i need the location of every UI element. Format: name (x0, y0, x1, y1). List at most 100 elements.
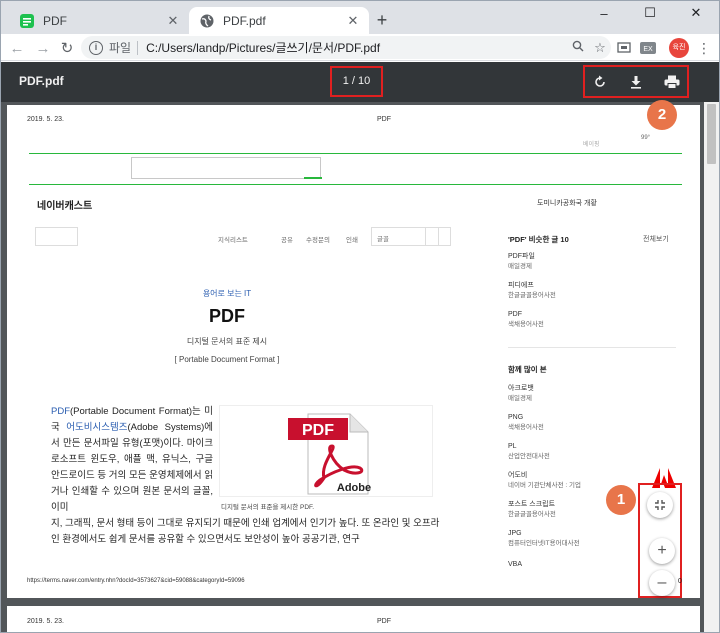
page-header-title: PDF (377, 618, 391, 625)
document-title: PDF.pdf (19, 74, 64, 88)
article-subtitle-en: [ Portable Document Format ] (174, 355, 280, 364)
info-icon[interactable]: i (89, 40, 103, 55)
popular-source: 매일경제 (508, 395, 532, 402)
new-tab-button[interactable]: + (373, 11, 391, 29)
related-item[interactable]: 피디에프 한글글꼴용어사전 (508, 281, 556, 301)
document-favicon-icon (20, 13, 34, 28)
reload-icon[interactable]: ↻ (57, 38, 77, 58)
tab-pdf[interactable]: PDF ✕ (9, 7, 189, 34)
popular-item[interactable]: 아크로뱃매일경제 (508, 384, 534, 404)
minus-icon: – (657, 574, 667, 591)
body-text: (Adobe Systems)에서 만든 문서파일 유형(포맷)이다. 마이크로… (51, 422, 213, 513)
extension-icon[interactable]: EX (639, 39, 657, 57)
tab-label: PDF (43, 13, 67, 28)
popular-item[interactable]: 어도비네이버 기관단체사전 : 기업 (508, 471, 581, 491)
popular-title: PL (508, 443, 517, 450)
forward-icon[interactable]: → (33, 38, 53, 58)
popular-heading: 함께 많이 본 (508, 365, 547, 374)
plus-icon: + (657, 542, 667, 559)
article-subtitle: 디지털 문서의 표준 제시 (186, 337, 268, 346)
link-edit-request[interactable]: 수정문의 (306, 234, 330, 244)
divider (425, 228, 426, 245)
article-title: PDF (209, 306, 245, 326)
article-kicker[interactable]: 용어로 보는 IT (7, 288, 447, 299)
close-icon[interactable]: ✕ (345, 13, 361, 29)
zoom-controls-group: + – 0 (638, 483, 682, 598)
divider (29, 184, 682, 185)
divider (29, 153, 682, 154)
divider (508, 347, 676, 348)
avatar[interactable]: 육진 (669, 38, 689, 58)
footer-url: https://terms.naver.com/entry.nhn?docId=… (27, 578, 245, 584)
popular-title: 어도비 (508, 472, 528, 479)
address-bar[interactable]: i 파일 C:/Users/landp/Pictures/글쓰기/문서/PDF.… (81, 36, 611, 59)
related-title: PDF파일 (508, 253, 535, 260)
search-box (131, 157, 322, 179)
popular-source: 네이버 기관단체사전 : 기업 (508, 482, 582, 489)
back-icon[interactable]: ← (7, 38, 27, 58)
tab-strip: PDF ✕ PDF.pdf ✕ + – ☐ ✕ (1, 1, 719, 34)
brand-name: 네이버캐스트 (37, 201, 93, 212)
popular-item[interactable]: 포스트 스크립트한글글꼴용어사전 (508, 500, 556, 520)
view-all-link[interactable]: 전체보기 (643, 234, 669, 244)
popular-item[interactable]: VBA (508, 560, 522, 570)
popular-title: JPG (508, 530, 522, 537)
close-window-button[interactable]: ✕ (673, 1, 719, 25)
related-item[interactable]: PDF 색채용어사전 (508, 310, 544, 330)
scrollbar-thumb[interactable] (707, 104, 716, 164)
popular-title: PNG (508, 414, 524, 421)
font-selector[interactable]: 글꼴 (371, 227, 451, 246)
link-adobe-systems[interactable]: 어도비시스템즈 (66, 422, 127, 433)
url-text[interactable]: C:/Users/landp/Pictures/글쓰기/문서/PDF.pdf (146, 39, 567, 56)
rotate-icon[interactable] (591, 73, 609, 91)
fit-page-button[interactable] (647, 492, 673, 518)
minimize-button[interactable]: – (581, 1, 627, 25)
browser-toolbar: ← → ↻ i 파일 C:/Users/landp/Pictures/글쓰기/문… (1, 34, 719, 61)
brand-right-link[interactable]: 도미니카공화국 개황 (537, 198, 597, 208)
page-indicator[interactable]: 1 / 10 (330, 66, 383, 97)
popular-title: 포스트 스크립트 (508, 501, 556, 508)
popular-item[interactable]: PL 산업안전대사전 (508, 442, 550, 462)
popular-item[interactable]: PNG 색채용어사전 (508, 413, 544, 433)
scheme-label: 파일 (109, 41, 132, 55)
page-header-date: 2019. 5. 23. (27, 618, 64, 625)
browser-window: PDF ✕ PDF.pdf ✕ + – ☐ ✕ ← → ↻ i 파일 C:/Us… (0, 0, 720, 633)
article-body-continued: 지, 그래픽, 문서 형태 등이 그대로 유지되기 때문에 인쇄 업계에서 인기… (51, 518, 440, 545)
image-caption: 디지털 문서의 표준을 제시한 PDF. (221, 504, 315, 511)
top-tiny-left: 베이핑 (583, 142, 600, 148)
link-print[interactable]: 인쇄 (346, 234, 358, 244)
page-header-title: PDF (377, 116, 391, 123)
search-accent (304, 177, 322, 179)
font-selector-label: 글꼴 (377, 236, 389, 243)
scrollbar[interactable] (704, 102, 719, 632)
annotation-badge-1: 1 (606, 485, 636, 515)
pdf-label: PDF (302, 422, 334, 439)
globe-icon (200, 14, 214, 27)
popular-source: 한글글꼴용어사전 (508, 511, 556, 518)
zoom-search-icon[interactable] (567, 40, 589, 55)
link-share[interactable]: 공유 (281, 234, 293, 244)
related-heading: 'PDF' 비슷한 글 10 (508, 235, 569, 244)
zoom-out-button[interactable]: – (649, 570, 675, 596)
cast-icon[interactable] (615, 39, 633, 57)
popular-item[interactable]: JPG 컴퓨터인터넷IT용어대사전 (508, 529, 580, 549)
link-knowledge-list[interactable]: 지식리스트 (218, 234, 248, 244)
print-icon[interactable] (663, 73, 681, 91)
link-pdf[interactable]: PDF (51, 406, 70, 417)
divider (438, 228, 439, 245)
pdf-logo-image: PDF Adobe (219, 405, 433, 497)
related-title: PDF (508, 311, 522, 318)
bookmark-star-icon[interactable]: ☆ (589, 40, 611, 56)
download-icon[interactable] (627, 73, 645, 91)
top-tiny-right: 99° (641, 135, 651, 141)
tab-pdf-file[interactable]: PDF.pdf ✕ (189, 7, 369, 34)
popular-title: 아크로뱃 (508, 385, 534, 392)
zoom-in-button[interactable]: + (649, 538, 675, 564)
close-icon[interactable]: ✕ (165, 13, 181, 29)
pdf-page-1: 2019. 5. 23. PDF 베이핑 99° 네이버캐스트 도미니카공화국 … (7, 105, 700, 598)
maximize-button[interactable]: ☐ (627, 1, 673, 25)
related-source: 매일경제 (508, 263, 532, 270)
zoom-label-tail: 0 (678, 578, 682, 585)
related-item[interactable]: PDF파일매일경제 (508, 252, 535, 272)
more-menu-icon[interactable]: ⋮ (697, 39, 711, 57)
